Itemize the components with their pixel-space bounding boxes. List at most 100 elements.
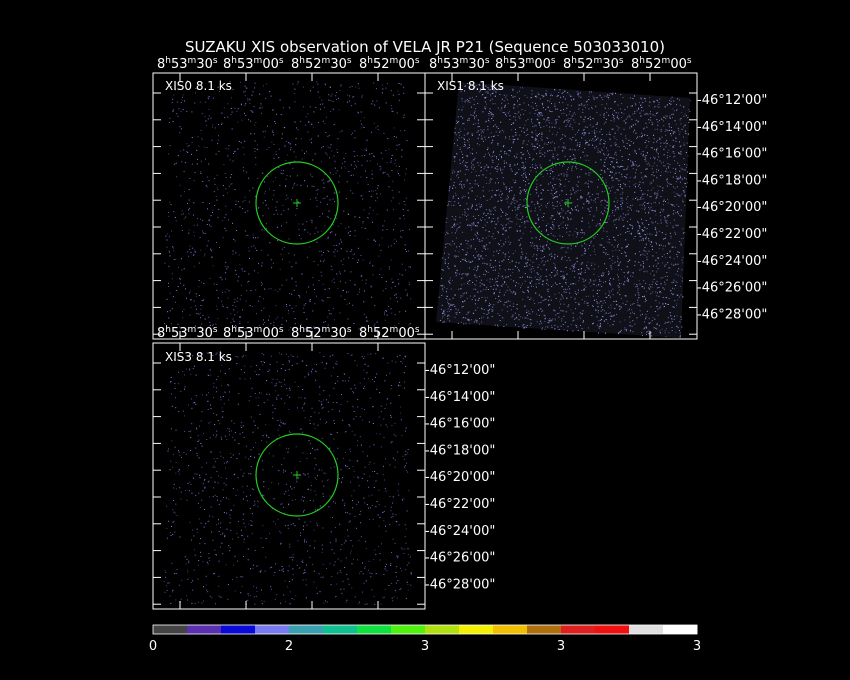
event-point <box>250 290 252 292</box>
event-point <box>547 223 549 225</box>
event-point <box>514 113 516 114</box>
event-point <box>568 118 570 120</box>
event-point <box>482 190 484 192</box>
event-point <box>676 178 678 180</box>
event-point <box>295 305 297 307</box>
event-point <box>263 85 264 87</box>
event-point <box>650 181 652 183</box>
event-point <box>490 213 492 215</box>
event-point <box>526 326 528 328</box>
event-point <box>565 291 567 293</box>
event-point <box>524 109 526 111</box>
event-point <box>670 98 672 100</box>
event-point <box>354 103 356 105</box>
event-point <box>168 122 170 123</box>
event-point <box>164 323 166 325</box>
event-point <box>656 128 658 130</box>
event-point <box>581 261 583 263</box>
event-point <box>640 97 642 99</box>
event-point <box>368 217 369 219</box>
event-point <box>645 98 646 100</box>
event-point <box>243 170 245 172</box>
event-point <box>391 287 393 289</box>
event-point <box>534 244 536 246</box>
event-point <box>176 101 178 103</box>
event-point <box>454 201 456 203</box>
event-point <box>212 265 214 267</box>
event-point <box>190 307 192 309</box>
event-point <box>281 133 283 135</box>
event-point <box>571 170 573 172</box>
event-point <box>166 298 168 300</box>
event-point <box>617 129 619 131</box>
event-point <box>474 209 476 211</box>
event-point <box>515 316 517 318</box>
event-point <box>463 316 465 318</box>
event-point <box>596 206 597 208</box>
event-point <box>376 213 378 215</box>
event-point <box>494 209 496 211</box>
event-point <box>237 280 239 282</box>
event-point <box>289 293 290 294</box>
event-point <box>564 256 566 257</box>
event-point <box>460 296 462 298</box>
event-point <box>576 257 578 259</box>
event-point <box>367 217 369 219</box>
event-point <box>399 217 401 219</box>
event-point <box>655 265 657 267</box>
event-point <box>478 215 480 217</box>
event-point <box>626 143 628 144</box>
event-point <box>599 290 601 291</box>
event-point <box>600 280 602 282</box>
event-point <box>322 300 324 302</box>
event-point <box>463 292 465 294</box>
event-point <box>585 107 586 108</box>
event-point <box>407 209 409 211</box>
event-point <box>242 147 244 148</box>
event-point <box>250 110 252 112</box>
event-point <box>648 206 650 208</box>
event-point <box>270 288 272 290</box>
event-point <box>640 197 642 199</box>
event-point <box>558 178 560 180</box>
event-point <box>552 194 554 196</box>
event-point <box>649 286 651 288</box>
event-point <box>487 248 489 250</box>
event-point <box>539 124 540 126</box>
event-point <box>674 246 676 248</box>
event-point <box>605 312 607 314</box>
event-point <box>512 314 514 316</box>
event-point <box>594 147 596 149</box>
event-point <box>450 303 452 305</box>
event-point <box>589 196 591 198</box>
event-point <box>502 228 504 230</box>
event-point <box>348 302 350 304</box>
event-point <box>532 266 534 268</box>
event-point <box>507 198 509 200</box>
event-point <box>538 134 539 136</box>
event-point <box>395 149 397 151</box>
event-point <box>518 204 520 206</box>
event-point <box>370 285 372 287</box>
event-point <box>293 151 295 153</box>
event-point <box>597 312 599 314</box>
event-point <box>662 262 663 264</box>
event-point <box>483 129 485 131</box>
event-point <box>585 159 587 161</box>
event-point <box>630 140 632 142</box>
event-point <box>631 204 633 206</box>
event-point <box>461 284 463 286</box>
event-point <box>332 198 334 200</box>
event-point <box>325 132 327 133</box>
event-point <box>625 135 627 137</box>
event-point <box>645 147 647 148</box>
event-point <box>561 320 563 322</box>
event-point <box>442 257 444 259</box>
event-point <box>460 277 462 279</box>
event-point <box>337 287 339 289</box>
event-point <box>605 121 607 123</box>
event-point <box>166 239 168 241</box>
event-point <box>613 314 615 316</box>
event-point <box>336 250 338 252</box>
event-point <box>638 261 640 263</box>
